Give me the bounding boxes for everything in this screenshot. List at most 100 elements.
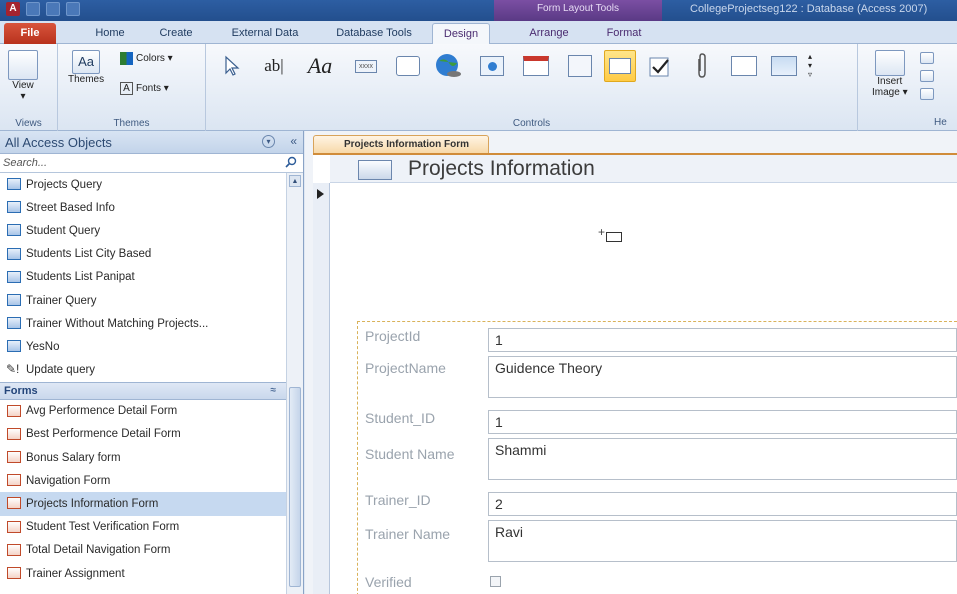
tab-design[interactable]: Design [432, 23, 490, 44]
field-input-trainer-id[interactable]: 2 [488, 492, 957, 516]
tab-external-data[interactable]: External Data [222, 23, 308, 44]
nav-item-student-test-verification-form[interactable]: Student Test Verification Form [0, 516, 286, 539]
colors-label: Colors ▾ [136, 53, 173, 64]
nav-search-box[interactable]: Search... [0, 154, 303, 173]
search-icon[interactable] [285, 156, 297, 168]
views-group-label: Views [15, 118, 42, 129]
textbox-control-icon[interactable]: ab| [258, 50, 290, 82]
insert-image-button[interactable]: Insert Image ▾ [872, 50, 908, 98]
image-control-icon[interactable] [768, 50, 800, 82]
nav-item-trainer-without-matching-projects[interactable]: Trainer Without Matching Projects... [0, 312, 286, 335]
document-area: Projects Information Form Projects Infor… [305, 131, 957, 594]
tab-file[interactable]: File [4, 23, 56, 44]
nav-item-avg-performence-detail-form[interactable]: Avg Performence Detail Form [0, 400, 286, 423]
customize-qat-icon[interactable] [66, 2, 80, 16]
access-app-icon[interactable]: A [6, 2, 20, 16]
shutter-bar-collapse-icon[interactable]: « [290, 134, 297, 148]
nav-item-label: Best Performence Detail Form [26, 428, 181, 441]
nav-item-label: Update query [26, 364, 96, 377]
option-group-icon[interactable] [564, 50, 596, 82]
nav-item-student-query[interactable]: Student Query [0, 219, 286, 242]
form-icon [7, 404, 21, 417]
record-selector[interactable] [313, 183, 330, 594]
undo-icon[interactable] [46, 2, 60, 16]
scroll-up-arrow-icon[interactable]: ▲ [289, 175, 301, 187]
fonts-label: Fonts ▾ [136, 83, 169, 94]
nav-item-students-list-city-based[interactable]: Students List City Based [0, 243, 286, 266]
form-logo-icon[interactable] [358, 160, 392, 180]
tab-control-icon[interactable] [392, 50, 424, 82]
nav-item-label: Trainer Assignment [26, 567, 125, 580]
label-control-icon[interactable]: Aa [304, 50, 336, 82]
controls-group-label: Controls [512, 118, 551, 129]
date-time-icon[interactable] [920, 88, 934, 100]
themes-icon: Aa [72, 50, 101, 74]
field-checkbox-verified[interactable] [490, 576, 501, 587]
attachment-paperclip-icon[interactable] [686, 50, 718, 82]
collapse-category-icon[interactable]: ≈ [271, 385, 277, 396]
document-tab-projects-information-form[interactable]: Projects Information Form [313, 135, 489, 153]
tab-create[interactable]: Create [150, 23, 202, 44]
nav-item-label: Trainer Without Matching Projects... [26, 317, 209, 330]
combo-box-control-icon[interactable] [604, 50, 636, 82]
views-group: View ▾ Views [0, 44, 58, 131]
nav-pane-header[interactable]: All Access Objects ▾ « [0, 131, 303, 154]
field-input-student-name[interactable]: Shammi [488, 438, 957, 480]
list-box-control-icon[interactable] [728, 50, 760, 82]
query-icon [7, 317, 21, 330]
current-record-arrow-icon [317, 189, 324, 199]
nav-scrollbar[interactable]: ▲ [286, 173, 303, 594]
button-control-icon[interactable]: xxxx [350, 50, 382, 82]
select-pointer-icon[interactable] [216, 50, 248, 82]
fonts-button[interactable]: A Fonts ▾ [120, 82, 169, 95]
nav-item-navigation-form[interactable]: Navigation Form [0, 469, 286, 492]
nav-item-projects-query[interactable]: Projects Query [0, 173, 286, 196]
scroll-thumb[interactable] [289, 387, 301, 587]
form-icon [7, 543, 21, 556]
query-icon [7, 340, 21, 353]
colors-button[interactable]: Colors ▾ [120, 52, 173, 65]
themes-button-label: Themes [68, 74, 105, 85]
nav-item-bonus-salary-form[interactable]: Bonus Salary form [0, 446, 286, 469]
form-title[interactable]: Projects Information [408, 157, 595, 181]
nav-item-yesno[interactable]: YesNo [0, 335, 286, 358]
tab-home[interactable]: Home [84, 23, 136, 44]
chevron-down-icon: ▾ [20, 91, 26, 102]
nav-item-trainer-query[interactable]: Trainer Query [0, 289, 286, 312]
nav-item-label: Navigation Form [26, 474, 111, 487]
tab-database-tools[interactable]: Database Tools [328, 23, 420, 44]
navigation-control-icon[interactable] [520, 50, 552, 82]
field-input-trainer-name[interactable]: Ravi [488, 520, 957, 562]
nav-category-forms[interactable]: Forms ≈ [0, 381, 286, 400]
form-icon [7, 474, 21, 487]
field-input-student-id[interactable]: 1 [488, 410, 957, 434]
form-fields-layout: ProjectId 1 ProjectName Guidence Theory … [357, 321, 957, 594]
logo-icon[interactable] [920, 52, 934, 64]
query-icon [7, 178, 21, 190]
themes-button[interactable]: Aa Themes [68, 50, 104, 85]
tab-format[interactable]: Format [594, 23, 654, 44]
field-input-projectname[interactable]: Guidence Theory [488, 356, 957, 398]
nav-item-label: Students List Panipat [26, 271, 135, 284]
nav-item-projects-information-form[interactable]: Projects Information Form [0, 492, 286, 516]
check-box-control-icon[interactable] [644, 50, 676, 82]
save-icon[interactable] [26, 2, 40, 16]
nav-item-best-performence-detail-form[interactable]: Best Performence Detail Form [0, 423, 286, 446]
nav-menu-chevron-icon[interactable]: ▾ [262, 135, 275, 148]
view-button[interactable]: View ▾ [8, 50, 38, 102]
controls-gallery-scroll[interactable]: ▴ ▾ ▿ [808, 52, 812, 79]
nav-item-trainer-assignment[interactable]: Trainer Assignment [0, 562, 286, 585]
hyperlink-globe-icon[interactable] [432, 50, 464, 82]
web-browser-control-icon[interactable] [476, 50, 508, 82]
nav-item-update-query[interactable]: ✎! Update query [0, 359, 286, 382]
insert-image-label-1: Insert [877, 76, 903, 87]
field-input-projectid[interactable]: 1 [488, 328, 957, 352]
title-icon[interactable] [920, 70, 934, 82]
tab-arrange[interactable]: Arrange [520, 23, 578, 44]
insert-image-icon [874, 50, 905, 76]
insert-image-label-2: Image ▾ [872, 87, 908, 98]
nav-item-street-based-info[interactable]: Street Based Info [0, 196, 286, 219]
nav-item-total-detail-navigation-form[interactable]: Total Detail Navigation Form [0, 539, 286, 562]
nav-item-students-list-panipat[interactable]: Students List Panipat [0, 266, 286, 289]
form-icon [7, 427, 21, 440]
